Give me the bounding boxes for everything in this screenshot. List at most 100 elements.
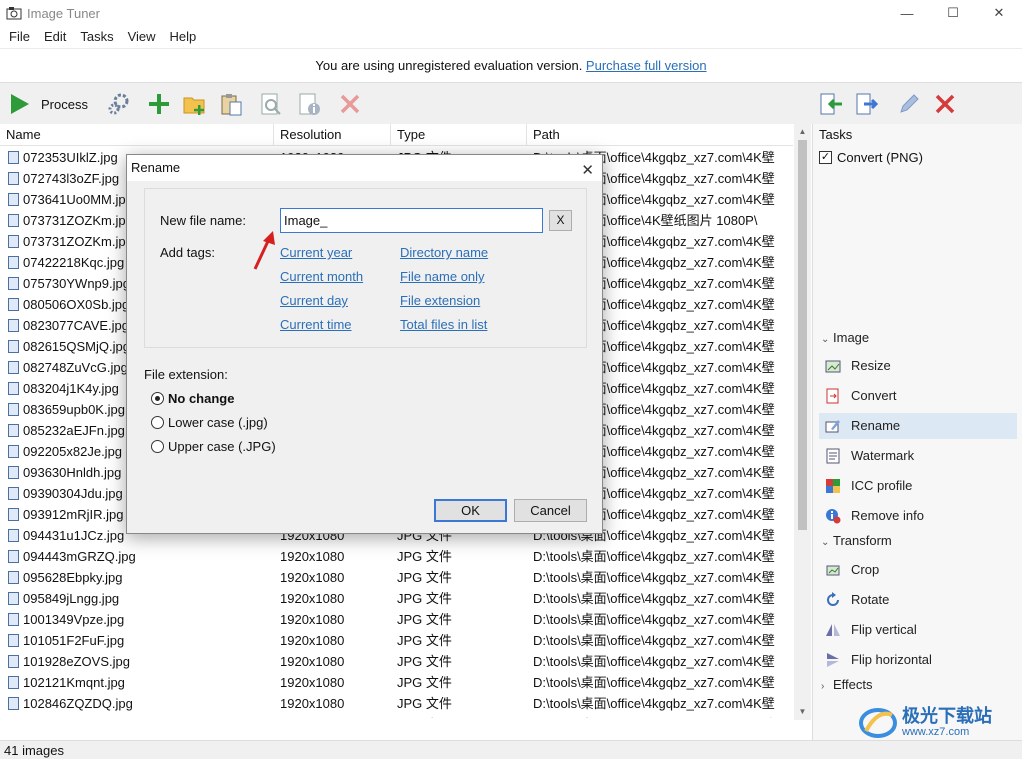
radio-no-change[interactable]: No change [151,391,234,406]
new-name-input[interactable]: Image_ [280,208,543,233]
scroll-down-icon[interactable]: ▼ [794,704,811,720]
folder-add-icon [183,97,205,115]
image-file-icon [8,340,19,353]
task-convert-png[interactable]: ✓ Convert (PNG) [819,150,923,165]
file-res-cell: 1920x1080 [280,549,345,564]
table-row[interactable]: 103253Ofj_Kj.jpg 1920x1080 JPG 文件 D:\tools\… [0,714,793,718]
tag-current-day[interactable]: Current day [280,293,348,308]
close-icon: ✕ [993,5,1005,20]
table-row[interactable]: 101928eZOVS.jpg 1920x1080 JPG 文件 D:\tools\桌… [0,651,793,672]
radio-lower-case[interactable]: Lower case (.jpg) [151,415,268,430]
pencil-icon [900,94,919,113]
action-rotate-label: Rotate [851,592,890,607]
section-effects[interactable]: › Effects [817,675,1017,695]
tag-current-year[interactable]: Current year [280,245,352,260]
image-file-icon [8,214,19,227]
scrollbar-thumb[interactable] [798,140,807,530]
table-row[interactable]: 094443mGRZQ.jpg 1920x1080 JPG 文件 D:\tools\桌… [0,546,793,567]
file-name: 101051F2FuF.jpg [23,633,125,648]
purchase-link[interactable]: Purchase full version [586,58,707,73]
action-resize[interactable]: Resize [819,353,1017,379]
scroll-up-icon[interactable]: ▲ [794,124,811,140]
action-rename[interactable]: Rename [819,413,1017,439]
watermark-url: www.xz7.com [902,726,970,738]
action-remove-info[interactable]: Remove info [819,503,1017,529]
radio-lower-case-dot[interactable] [151,416,164,429]
export-task-button[interactable] [854,89,880,119]
tag-current-time[interactable]: Current time [280,317,352,332]
action-watermark[interactable]: Watermark [819,443,1017,469]
action-crop[interactable]: Crop [819,557,1017,583]
aurora-logo-icon [859,708,897,738]
table-row[interactable]: 102846ZQZDQ.jpg 1920x1080 JPG 文件 D:\tools\桌… [0,693,793,714]
process-button[interactable]: Process [8,89,88,119]
image-file-icon [8,697,19,710]
menu-help[interactable]: Help [163,26,204,48]
add-tags-label: Add tags: [160,245,215,260]
image-file-icon [8,445,19,458]
table-row[interactable]: 101051F2FuF.jpg 1920x1080 JPG 文件 D:\tools\桌… [0,630,793,651]
ok-button[interactable]: OK [434,499,507,522]
settings-button[interactable] [106,89,132,119]
import-task-button[interactable] [818,89,844,119]
add-files-button[interactable] [147,89,171,119]
edit-task-button[interactable] [897,89,921,119]
add-folder-button[interactable] [182,89,208,119]
tag-current-month[interactable]: Current month [280,269,363,284]
info-button[interactable] [296,89,322,119]
file-name: 092205x82Je.jpg [23,444,123,459]
preview-button[interactable] [258,89,284,119]
section-transform[interactable]: ⌄ Transform [817,531,1017,551]
action-flip-vertical[interactable]: Flip vertical [819,617,1017,643]
radio-upper-case-dot[interactable] [151,440,164,453]
cancel-button[interactable]: Cancel [514,499,587,522]
paste-button[interactable] [218,89,244,119]
section-image[interactable]: ⌄ Image [817,328,1017,348]
menu-view[interactable]: View [121,26,163,48]
dialog-close-icon[interactable]: ✕ [581,158,594,184]
file-list-header: Name Resolution Type Path [0,124,793,146]
table-row[interactable]: 095849jLngg.jpg 1920x1080 JPG 文件 D:\tools\桌… [0,588,793,609]
file-info-icon [299,93,320,115]
file-name-cell: 095849jLngg.jpg [0,588,270,609]
maximize-button[interactable]: ☐ [930,0,976,26]
delete-task-button[interactable] [933,89,957,119]
image-file-icon [8,571,19,584]
remove-button[interactable] [338,89,362,119]
action-convert[interactable]: Convert [819,383,1017,409]
radio-upper-case[interactable]: Upper case (.JPG) [151,439,276,454]
tag-file-name-only[interactable]: File name only [400,269,485,284]
export-icon [856,93,879,115]
tag-total-files[interactable]: Total files in list [400,317,487,332]
clear-name-button[interactable]: X [549,210,572,231]
table-row[interactable]: 1001349Vpze.jpg 1920x1080 JPG 文件 D:\tools\桌… [0,609,793,630]
file-path-cell: D:\tools\桌面\office\4kgqbz_xz7.com\4K壁 [533,549,775,564]
menu-file[interactable]: File [2,26,37,48]
file-type-cell: JPG 文件 [397,549,452,564]
file-list-scrollbar[interactable]: ▲ ▼ [794,124,811,720]
dialog-title-bar: Rename ✕ [127,155,602,181]
image-file-icon [8,487,19,500]
file-name: 093912mRjIR.jpg [23,507,124,522]
table-row[interactable]: 095628Ebpky.jpg 1920x1080 JPG 文件 D:\tools\桌… [0,567,793,588]
close-button[interactable]: ✕ [976,0,1022,26]
column-name[interactable]: Name [0,124,274,146]
table-row[interactable]: 102121Kmqnt.jpg 1920x1080 JPG 文件 D:\tools\桌… [0,672,793,693]
task-checkbox[interactable]: ✓ [819,151,832,164]
minimize-button[interactable]: — [884,0,930,26]
file-name-cell: 102846ZQZDQ.jpg [0,693,270,714]
menu-tasks[interactable]: Tasks [73,26,120,48]
action-flip-horizontal[interactable]: Flip horizontal [819,647,1017,673]
action-icc-profile[interactable]: ICC profile [819,473,1017,499]
image-file-icon [8,550,19,563]
radio-no-change-dot[interactable] [151,392,164,405]
column-path[interactable]: Path [527,124,793,146]
action-rotate[interactable]: Rotate [819,587,1017,613]
menu-edit[interactable]: Edit [37,26,73,48]
column-resolution[interactable]: Resolution [274,124,391,146]
tag-file-extension[interactable]: File extension [400,293,480,308]
tag-directory-name[interactable]: Directory name [400,245,488,260]
column-type[interactable]: Type [391,124,527,146]
image-file-icon [8,676,19,689]
image-file-icon [8,403,19,416]
